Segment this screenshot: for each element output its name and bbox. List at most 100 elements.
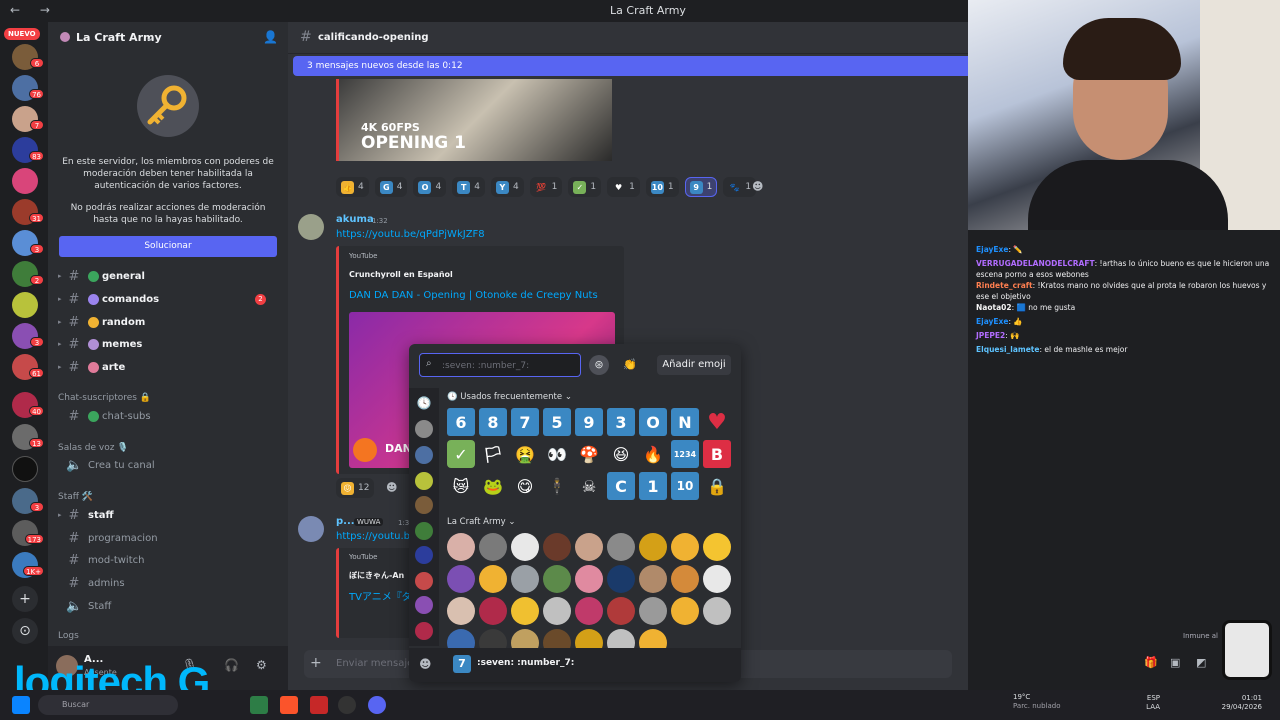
gift-icon[interactable]: 🎁 [1144,656,1158,669]
embed-title[interactable]: DAN DA DAN - Opening | Otonoke de Creepy… [349,290,598,301]
custom-emoji-cell[interactable] [447,597,475,625]
add-server-icon[interactable]: + [12,586,38,612]
emoji-cell[interactable]: 5 [543,408,571,436]
reaction-chip[interactable]: G4 [374,177,408,197]
plus-icon[interactable]: + [310,655,322,671]
emoji-cell[interactable]: 9 [575,408,603,436]
emoji-cell[interactable]: 😆 [607,440,635,468]
channel-admins[interactable]: # admins [58,574,278,592]
emoji-cell[interactable]: 🐸 [479,472,507,500]
custom-emoji-cell[interactable] [575,533,603,561]
app-icon[interactable] [250,696,268,714]
reaction-chip[interactable]: ✓ 1 [568,177,602,197]
custom-emoji-cell[interactable] [511,565,539,593]
server-emoji-tab[interactable] [415,420,433,438]
reaction-chip[interactable]: 91 [684,177,718,197]
channel-random[interactable]: ▸ # random [58,313,278,331]
category-staff[interactable]: Staff 🛠️ [58,492,93,502]
reaction-chip[interactable]: T4 [452,177,485,197]
channel-staff[interactable]: ▸ # staff [58,506,278,524]
server-icon[interactable] [12,168,38,194]
reaction-chip[interactable]: 👍 4 [336,177,369,197]
custom-emoji-cell[interactable] [639,533,667,561]
gear-icon[interactable]: ⚙ [256,658,267,672]
category-voice[interactable]: Salas de voz 🎙️ [58,443,129,453]
channel-staff-voice[interactable]: 🔈 Staff [58,597,278,615]
message-author[interactable]: akuma [336,214,374,225]
reaction-chip[interactable]: Y4 [490,177,524,197]
channel-arte[interactable]: ▸ # arte [58,358,278,376]
clap-icon[interactable]: 👏 [620,355,640,375]
emoji-cell[interactable]: 👀 [543,440,571,468]
reaction-chip[interactable]: O4 [413,177,447,197]
server-emoji-tab[interactable] [415,472,433,490]
chat-username[interactable]: EjayExe [976,317,1008,326]
solve-button[interactable]: Solucionar [59,236,277,257]
weather-widget[interactable]: 19°C Parc. nublado [1013,693,1061,711]
custom-emoji-cell[interactable] [543,533,571,561]
reaction-chip[interactable]: ♥ 1 [607,177,640,197]
avatar[interactable] [298,214,324,240]
clock[interactable]: 01:01 29/04/2026 [1214,694,1262,712]
chat-username[interactable]: JPEPE2 [976,331,1005,340]
emoji-cell[interactable]: ☠ [575,472,603,500]
brave-icon[interactable] [280,696,298,714]
sticker-icon[interactable]: ⊛ [589,355,609,375]
app-icon[interactable] [338,696,356,714]
custom-emoji-cell[interactable] [703,597,731,625]
custom-emoji-cell[interactable] [607,533,635,561]
discord-icon[interactable] [368,696,386,714]
custom-emoji-cell[interactable] [479,565,507,593]
server-icon[interactable] [12,456,38,482]
headphones-icon[interactable]: 🎧 [224,658,239,672]
embed-title[interactable]: TVアニメ『ダ [349,588,412,603]
emoji-cell[interactable]: 🍄 [575,440,603,468]
video-thumbnail[interactable]: 4K 60FPS OPENING 1 [336,79,612,161]
emoji-cell[interactable]: O [639,408,667,436]
emoji-search[interactable]: ⌕ [419,353,581,377]
server-emoji-tab[interactable] [415,622,433,640]
emoji-cell[interactable]: 🤮 [511,440,539,468]
reaction-chip[interactable]: 💯 1 [529,177,563,197]
invite-icon[interactable]: 👤 [263,30,278,44]
channel-general[interactable]: ▸ # general [58,267,278,285]
custom-emoji-cell[interactable] [447,533,475,561]
emoji-cell[interactable]: B [703,440,731,468]
custom-emoji-cell[interactable] [511,597,539,625]
emoji-cell[interactable]: 1234 [671,440,699,468]
gif-icon[interactable]: ▣ [1170,656,1180,669]
message-author[interactable]: p... [336,516,355,527]
server-emoji-tab[interactable] [415,596,433,614]
emoji-cell[interactable]: 8 [479,408,507,436]
reaction-chip[interactable]: 10 1 [645,177,679,197]
clock-icon[interactable]: 🕓 [415,394,433,412]
reaction-chip[interactable]: 😖 12 [336,478,375,498]
server-emoji-tab[interactable] [415,572,433,590]
chat-username[interactable]: Rindete_craft [976,281,1033,290]
emoji-cell[interactable]: 7 [511,408,539,436]
custom-emoji-cell[interactable] [447,565,475,593]
custom-emoji-cell[interactable] [671,565,699,593]
emoji-cell[interactable]: 6 [447,408,475,436]
channel-mod-twitch[interactable]: # mod-twitch [58,551,278,569]
chevron-down-icon[interactable]: ⌄ [145,31,154,44]
emoji-cell[interactable]: 😋 [511,472,539,500]
emoji-cell[interactable]: ♥ [703,408,731,436]
chat-username[interactable]: VERRUGADELANODELCRAFT [976,259,1095,268]
chat-username[interactable]: EjayExe [976,245,1008,254]
emoji-cell[interactable]: C [607,472,635,500]
chat-username[interactable]: Elquesi_lamete [976,345,1039,354]
channel-comandos[interactable]: ▸ # comandos 2 [58,290,278,308]
add-emoji-button[interactable]: Añadir emoji [657,355,731,375]
emoji-cell[interactable]: 😿 [447,472,475,500]
server-emoji-tab[interactable] [415,522,433,540]
category-subs[interactable]: Chat-suscriptores 🔒 [58,393,151,403]
chat-username[interactable]: Naota02 [976,303,1012,312]
custom-emoji-cell[interactable] [479,533,507,561]
channel-programacion[interactable]: # programacion [58,529,278,547]
sticker-icon[interactable]: ◩ [1196,656,1206,669]
channel-memes[interactable]: ▸ # memes [58,335,278,353]
custom-emoji-cell[interactable] [479,597,507,625]
server-emoji-tab[interactable] [415,496,433,514]
custom-emoji-cell[interactable] [703,533,731,561]
